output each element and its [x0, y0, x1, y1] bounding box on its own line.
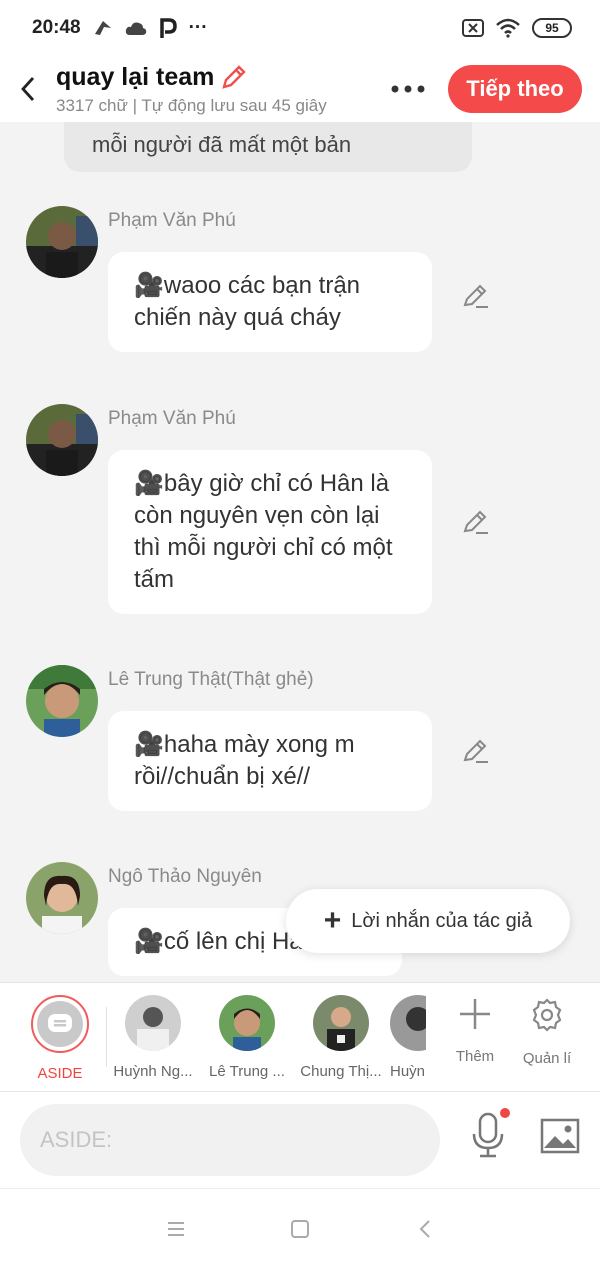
input-bar — [0, 1092, 600, 1188]
title-block: quay lại team 3317 chữ | Tự động lưu sau… — [56, 63, 356, 116]
status-bar: 20:48 ··· 95 — [0, 0, 600, 56]
character-item[interactable]: Huỳnh Ng... — [108, 995, 198, 1080]
cloud-icon — [125, 22, 146, 35]
author-note-label: Lời nhắn của tác giả — [351, 909, 533, 932]
character-bar: ASIDE Huỳnh Ng... Lê Trung ... Chung Thị… — [0, 982, 600, 1092]
menu-nav-button[interactable] — [164, 1217, 188, 1241]
menu-icon — [168, 1222, 184, 1236]
character-name: Lê Trung ... — [209, 1063, 285, 1080]
gear-icon — [532, 998, 562, 1032]
sim-off-icon — [462, 19, 484, 37]
home-nav-button[interactable] — [288, 1217, 312, 1241]
edit-title-icon[interactable] — [220, 63, 248, 91]
character-item[interactable]: Chung Thị... — [296, 995, 386, 1080]
battery-indicator: 95 — [532, 18, 572, 38]
character-name: Huỳnh Ng... — [113, 1063, 193, 1080]
sender-name: Ngô Thảo Nguyên — [108, 866, 262, 887]
character-item[interactable]: Lê Trung ... — [202, 995, 292, 1080]
character-aside[interactable]: ASIDE — [15, 995, 105, 1082]
message-bubble[interactable]: 🎥haha mày xong m rồi//chuẩn bị xé// — [108, 711, 432, 811]
story-title[interactable]: quay lại team — [56, 63, 214, 92]
editor-header: quay lại team 3317 chữ | Tự động lưu sau… — [0, 56, 600, 122]
bird-app-icon — [94, 21, 111, 35]
author-note-button[interactable]: + Lời nhắn của tác giả — [286, 889, 570, 953]
chat-area[interactable]: mỗi người đã mất một bản Phạm Văn Phú 🎥w… — [0, 122, 600, 982]
word-count-autosave: 3317 chữ | Tự động lưu sau 45 giây — [56, 95, 327, 115]
message-bubble[interactable]: 🎥bây giờ chỉ có Hân là còn nguyên vẹn cò… — [108, 450, 432, 614]
back-button[interactable] — [0, 61, 56, 117]
divider — [106, 1007, 107, 1067]
avatar[interactable] — [26, 665, 98, 737]
status-notification-icons: ··· — [93, 17, 208, 39]
pencil-icon — [463, 739, 488, 763]
plus-icon — [460, 999, 490, 1029]
edit-message-button[interactable] — [462, 508, 492, 538]
pencil-icon — [463, 510, 488, 534]
manage-label: Quản lí — [522, 1050, 572, 1067]
back-nav-button[interactable] — [414, 1217, 438, 1241]
avatar[interactable] — [26, 404, 98, 476]
notification-dot — [500, 1108, 510, 1118]
avatar — [313, 995, 369, 1051]
more-status-icon: ··· — [188, 17, 208, 38]
insert-image-button[interactable] — [540, 1118, 580, 1154]
more-dots-icon — [391, 85, 425, 93]
system-nav-bar — [0, 1188, 600, 1267]
avatar — [125, 995, 181, 1051]
aside-chat-icon — [48, 1014, 72, 1032]
previous-message-bubble[interactable]: mỗi người đã mất một bản — [64, 122, 472, 172]
sender-name: Phạm Văn Phú — [108, 408, 236, 429]
avatar[interactable] — [26, 206, 98, 278]
pencil-icon — [463, 284, 488, 308]
plus-icon: + — [323, 904, 342, 937]
status-time: 20:48 — [32, 17, 81, 38]
chevron-left-icon — [419, 1220, 430, 1238]
character-name: ASIDE — [37, 1065, 83, 1082]
sender-name: Lê Trung Thật(Thật ghẻ) — [108, 669, 314, 690]
edit-message-button[interactable] — [462, 737, 492, 767]
add-label: Thêm — [455, 1048, 495, 1065]
manage-button[interactable]: Quản lí — [512, 997, 582, 1067]
avatar — [390, 995, 426, 1051]
character-item[interactable]: Huỳn — [390, 995, 426, 1080]
avatar — [219, 995, 275, 1051]
avatar[interactable] — [26, 862, 98, 934]
character-name: Chung Thị... — [300, 1063, 382, 1080]
voice-input-button[interactable] — [470, 1108, 510, 1162]
image-icon — [540, 1118, 580, 1154]
message-bubble[interactable]: 🎥waoo các bạn trận chiến này quá cháy — [108, 252, 432, 352]
wifi-icon — [496, 18, 520, 38]
home-square-icon — [291, 1220, 309, 1238]
p-app-icon — [159, 18, 177, 38]
more-options-button[interactable] — [388, 69, 428, 109]
aside-avatar — [31, 995, 89, 1053]
edit-message-button[interactable] — [462, 282, 492, 312]
add-character-button[interactable]: Thêm — [440, 997, 510, 1065]
character-name: Huỳn — [390, 1063, 426, 1080]
chevron-left-icon — [21, 77, 35, 101]
microphone-icon — [472, 1112, 504, 1158]
message-input[interactable] — [20, 1104, 440, 1176]
sender-name: Phạm Văn Phú — [108, 210, 236, 231]
next-button[interactable]: Tiếp theo — [448, 65, 582, 113]
